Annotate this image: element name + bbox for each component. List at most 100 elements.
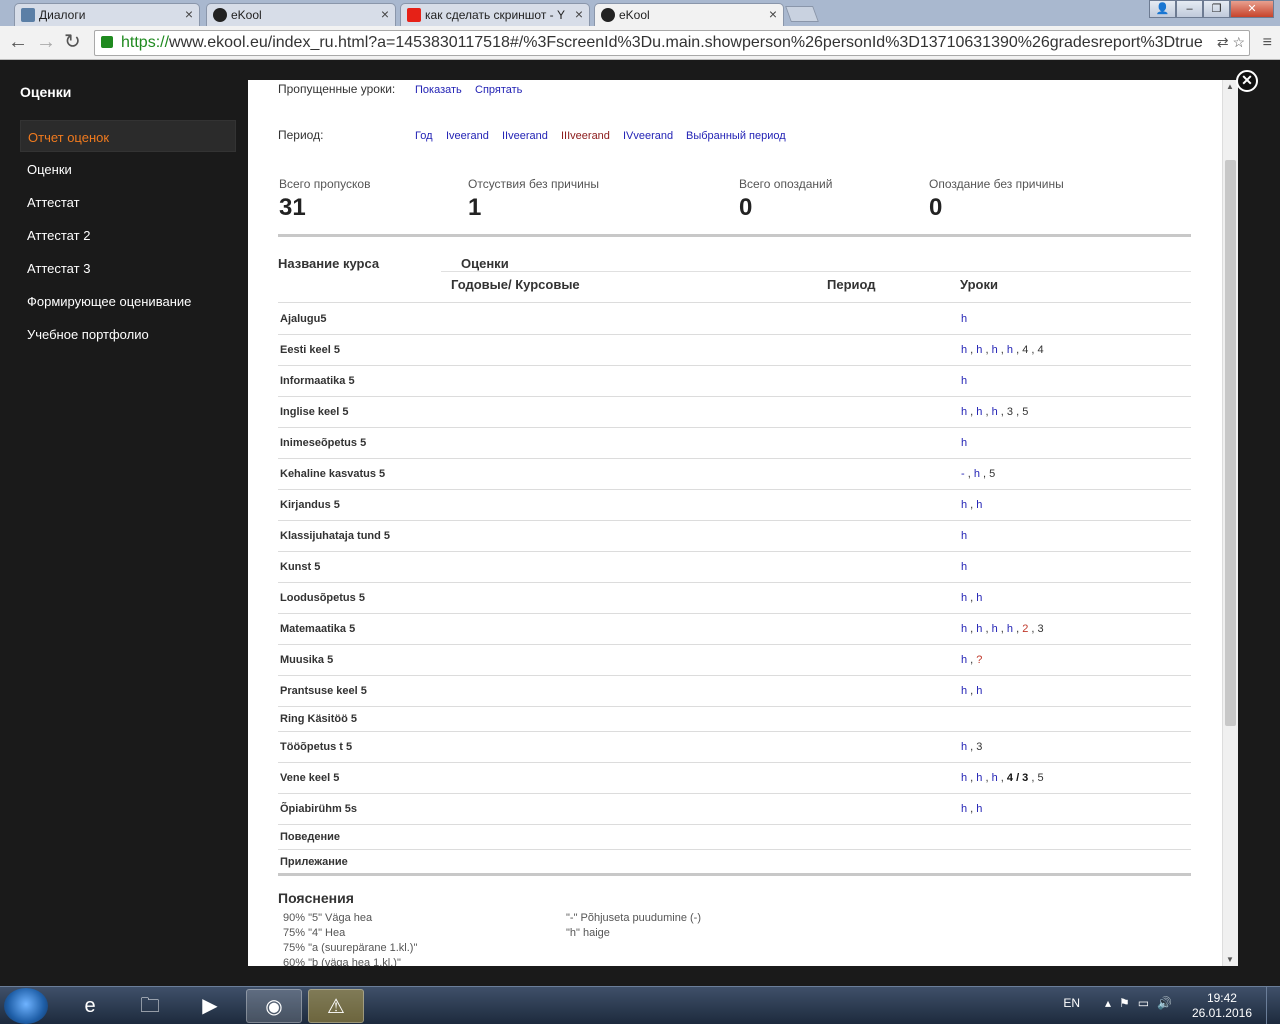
translate-icon[interactable]: ⇄ ☆ bbox=[1217, 34, 1245, 51]
lesson-grades: h , h , h , 4 / 3 , 5 bbox=[961, 772, 1044, 784]
close-icon[interactable]: × bbox=[185, 6, 193, 22]
sidebar-item-grades-report[interactable]: Отчет оценок bbox=[20, 120, 236, 152]
minimize-button[interactable]: – bbox=[1176, 0, 1203, 18]
start-button[interactable] bbox=[4, 988, 48, 1024]
grade-token[interactable]: h bbox=[961, 741, 967, 753]
forward-icon[interactable]: → bbox=[36, 32, 56, 52]
grade-token[interactable]: h bbox=[976, 803, 982, 815]
scroll-down-icon[interactable]: ▼ bbox=[1226, 955, 1234, 964]
sidebar-item-certificate[interactable]: Аттестат bbox=[20, 186, 236, 218]
grade-token[interactable]: h bbox=[961, 561, 967, 573]
course-name: Õpiabirühm 5s bbox=[280, 803, 358, 815]
grade-token[interactable]: h bbox=[961, 592, 967, 604]
restore-button[interactable]: ❐ bbox=[1203, 0, 1230, 18]
tab-label: как сделать скриншот - Y bbox=[425, 8, 565, 22]
sidebar-item-certificate-2[interactable]: Аттестат 2 bbox=[20, 219, 236, 251]
grade-token[interactable]: h bbox=[1007, 344, 1013, 356]
grade-token[interactable]: h bbox=[961, 530, 967, 542]
lesson-grades: h , h bbox=[961, 803, 983, 815]
hide-link[interactable]: Спрятать bbox=[475, 84, 522, 96]
table-row: Vene keel 5 h , h , h , 4 / 3 , 5 bbox=[278, 763, 1191, 794]
period-year[interactable]: Год bbox=[415, 130, 433, 142]
chrome-icon[interactable]: ◉ bbox=[246, 989, 302, 1023]
grade-token[interactable]: h bbox=[961, 623, 967, 635]
back-icon[interactable]: ← bbox=[8, 32, 28, 52]
user-icon[interactable]: 👤 bbox=[1149, 0, 1176, 18]
grade-token[interactable]: h bbox=[976, 592, 982, 604]
close-window-button[interactable]: ✕ bbox=[1230, 0, 1274, 18]
grade-token[interactable]: h bbox=[961, 654, 967, 666]
grade-token[interactable]: h bbox=[976, 623, 982, 635]
legend-title: Пояснения bbox=[278, 890, 354, 906]
grade-token[interactable]: h bbox=[961, 344, 967, 356]
new-tab-button[interactable] bbox=[785, 6, 819, 22]
lock-icon bbox=[101, 36, 113, 48]
close-panel-button[interactable]: ✕ bbox=[1236, 70, 1258, 92]
browser-tab-ekool-active[interactable]: eKool × bbox=[594, 3, 784, 26]
grade-token[interactable]: h bbox=[976, 685, 982, 697]
clock[interactable]: 19:42 26.01.2016 bbox=[1192, 991, 1252, 1021]
period-1[interactable]: Iveerand bbox=[446, 130, 489, 142]
missed-lessons-label: Пропущенные уроки: bbox=[278, 82, 396, 96]
browser-tab-youtube[interactable]: как сделать скриншот - Y × bbox=[400, 3, 590, 26]
grade-token[interactable]: h bbox=[976, 406, 982, 418]
sidebar-item-formative[interactable]: Формирующее оценивание bbox=[20, 285, 236, 317]
period-4[interactable]: IVveerand bbox=[623, 130, 673, 142]
sidebar-item-grades[interactable]: Оценки bbox=[20, 153, 236, 185]
close-icon[interactable]: × bbox=[575, 6, 583, 22]
grade-token[interactable]: h bbox=[976, 499, 982, 511]
course-name: Поведение bbox=[280, 831, 340, 843]
col-yearly-header: Годовые/ Курсовые bbox=[451, 277, 580, 292]
grade-token[interactable]: h bbox=[992, 772, 998, 784]
grade-token: 5 bbox=[1022, 406, 1029, 418]
grade-token[interactable]: h bbox=[976, 772, 982, 784]
tray-icons[interactable]: ▴⚑▭🔊 bbox=[1105, 996, 1180, 1010]
browser-tab-dialogs[interactable]: Диалоги × bbox=[14, 3, 200, 26]
period-selected[interactable]: Выбранный период bbox=[686, 130, 786, 142]
grade-token[interactable]: h bbox=[961, 406, 967, 418]
language-indicator[interactable]: EN bbox=[1063, 996, 1080, 1010]
grade-token[interactable]: h bbox=[961, 772, 967, 784]
stat-late-value: 0 bbox=[739, 194, 753, 221]
warning-icon[interactable]: ⚠ bbox=[308, 989, 364, 1023]
address-bar[interactable]: https://www.ekool.eu/index_ru.html?a=145… bbox=[94, 30, 1250, 56]
close-icon[interactable]: × bbox=[769, 6, 777, 22]
ie-icon[interactable]: e bbox=[62, 989, 118, 1023]
menu-icon[interactable]: ≡ bbox=[1263, 34, 1272, 52]
stat-late-label: Всего опозданий bbox=[739, 177, 833, 191]
period-2[interactable]: IIveerand bbox=[502, 130, 548, 142]
lesson-grades: h , h , h , h , 4 , 4 bbox=[961, 344, 1044, 356]
page: Оценки Отчет оценок Оценки Аттестат Атте… bbox=[0, 60, 1280, 986]
sidebar-title: Оценки bbox=[20, 84, 72, 100]
grade-token[interactable]: h bbox=[1007, 623, 1013, 635]
grade-token[interactable]: h bbox=[961, 685, 967, 697]
grade-token[interactable]: h bbox=[976, 344, 982, 356]
grade-token[interactable]: h bbox=[961, 375, 967, 387]
divider bbox=[278, 234, 1191, 237]
grade-token[interactable]: h bbox=[961, 313, 967, 325]
scroll-thumb[interactable] bbox=[1225, 160, 1236, 726]
grade-token[interactable]: h bbox=[961, 499, 967, 511]
scrollbar[interactable]: ▲ ▼ bbox=[1222, 80, 1238, 966]
reload-icon[interactable]: ↻ bbox=[64, 32, 81, 52]
course-name: Kehaline kasvatus 5 bbox=[280, 468, 386, 480]
grade-token[interactable]: h bbox=[992, 406, 998, 418]
grade-token[interactable]: h bbox=[961, 437, 967, 449]
folder-icon[interactable]: 🗀 bbox=[122, 989, 178, 1023]
show-link[interactable]: Показать bbox=[415, 84, 462, 96]
close-icon[interactable]: × bbox=[381, 6, 389, 22]
legend-line: "-" Põhjuseta puudumine (-) bbox=[566, 912, 701, 924]
scroll-up-icon[interactable]: ▲ bbox=[1226, 82, 1234, 91]
grade-token[interactable]: h bbox=[961, 803, 967, 815]
period-3[interactable]: IIIveerand bbox=[561, 130, 610, 142]
table-row: Kirjandus 5 h , h bbox=[278, 490, 1191, 521]
grade-token[interactable]: h bbox=[974, 468, 980, 480]
table-row: Prantsuse keel 5 h , h bbox=[278, 676, 1191, 707]
show-desktop-button[interactable] bbox=[1266, 987, 1280, 1024]
browser-tab-ekool-1[interactable]: eKool × bbox=[206, 3, 396, 26]
grade-token[interactable]: h bbox=[992, 344, 998, 356]
sidebar-item-certificate-3[interactable]: Аттестат 3 bbox=[20, 252, 236, 284]
grade-token[interactable]: h bbox=[992, 623, 998, 635]
sidebar-item-portfolio[interactable]: Учебное портфолио bbox=[20, 318, 236, 350]
media-player-icon[interactable]: ▶ bbox=[182, 989, 238, 1023]
